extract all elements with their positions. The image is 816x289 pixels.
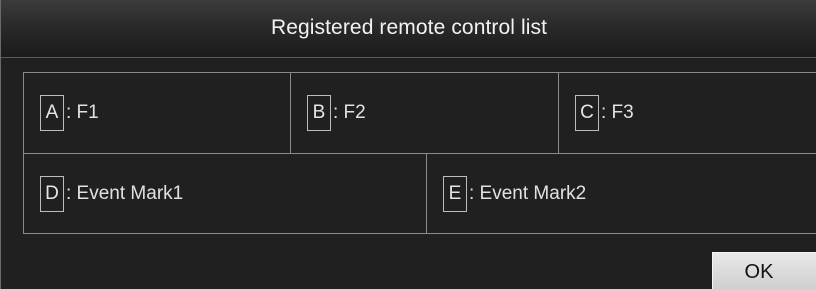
key-label-e: E xyxy=(443,176,467,212)
key-label-d: D xyxy=(40,176,64,212)
dialog-title-bar: Registered remote control list xyxy=(1,0,816,58)
list-cell-a: A : F1 xyxy=(24,73,291,153)
key-label-b: B xyxy=(307,95,331,131)
list-cell-e: E : Event Mark2 xyxy=(427,154,816,234)
list-cell-b: B : F2 xyxy=(291,73,559,153)
key-label-c: C xyxy=(575,95,599,131)
remote-control-list: A : F1 B : F2 C : F3 D : Event Mark1 E :… xyxy=(23,72,816,234)
list-cell-d: D : Event Mark1 xyxy=(24,154,427,234)
ok-button[interactable]: OK xyxy=(712,252,816,289)
key-label-a: A xyxy=(40,95,64,131)
remote-control-dialog: Registered remote control list A : F1 B … xyxy=(0,0,816,289)
assignment-a: : F1 xyxy=(66,102,99,123)
assignment-e: : Event Mark2 xyxy=(469,183,587,204)
dialog-title: Registered remote control list xyxy=(270,15,548,39)
list-row-2: D : Event Mark1 E : Event Mark2 xyxy=(24,154,816,234)
assignment-b: : F2 xyxy=(333,102,366,123)
assignment-c: : F3 xyxy=(601,102,634,123)
list-cell-c: C : F3 xyxy=(559,73,816,153)
list-row-1: A : F1 B : F2 C : F3 xyxy=(24,73,816,154)
assignment-d: : Event Mark1 xyxy=(66,183,184,204)
